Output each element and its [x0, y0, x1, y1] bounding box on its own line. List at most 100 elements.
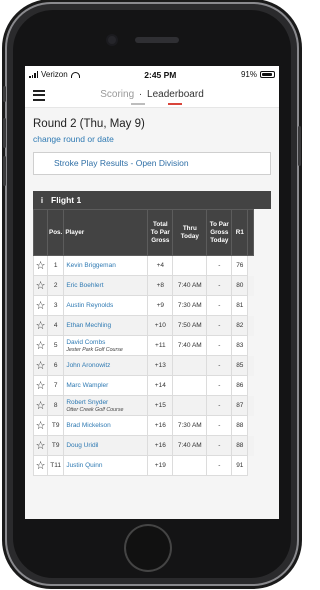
table-row: ☆ T11 Justin Quinn +19 -91 — [33, 455, 254, 476]
table-row: ☆ 5 David Combs Jester Park Golf Course +11 7… — [33, 335, 254, 356]
round1-cell: 82 — [231, 315, 249, 336]
favorite-star-icon[interactable]: ☆ — [33, 375, 48, 396]
thru-cell: 7:40 AM — [172, 335, 208, 356]
player-name[interactable]: Doug Uridil — [66, 442, 98, 449]
player-name[interactable]: Eric Boehlert — [66, 282, 103, 289]
tab-separator: · — [138, 89, 143, 100]
player-cell[interactable]: Doug Uridil — [63, 435, 149, 456]
header-thru: Thru Today — [172, 209, 208, 256]
today-cell: - — [206, 375, 233, 396]
player-cell[interactable]: Robert Snyder Otter Creek Golf Course — [63, 395, 149, 416]
today-cell: - — [206, 455, 233, 476]
today-cell: - — [206, 335, 233, 356]
overflow-cell — [248, 296, 254, 316]
player-name[interactable]: Brad Mickelson — [66, 422, 110, 429]
favorite-star-icon[interactable]: ☆ — [33, 355, 48, 376]
today-cell: - — [206, 295, 233, 316]
round1-cell: 76 — [231, 255, 249, 276]
position-cell: 3 — [46, 295, 65, 316]
round1-cell: 81 — [231, 295, 249, 316]
player-cell[interactable]: John Aronowitz — [63, 355, 149, 376]
header-favorite — [33, 209, 48, 256]
total-to-par-cell: +9 — [147, 295, 174, 316]
round1-cell: 87 — [231, 395, 249, 416]
table-row: ☆ 4 Ethan Mechling +10 7:50 AM -82 — [33, 315, 254, 336]
player-name[interactable]: Kevin Briggeman — [66, 262, 116, 269]
leaderboard-content: Round 2 (Thu, May 9) change round or dat… — [25, 108, 279, 519]
total-to-par-cell: +19 — [147, 455, 174, 476]
total-to-par-cell: +15 — [147, 395, 174, 416]
volume-down-button — [3, 156, 6, 186]
table-row: ☆ 3 Austin Reynolds +9 7:30 AM -81 — [33, 295, 254, 316]
today-cell: - — [206, 275, 233, 296]
player-name[interactable]: Robert Snyder — [66, 399, 108, 406]
overflow-cell — [247, 435, 254, 456]
today-cell: - — [206, 315, 233, 336]
favorite-star-icon[interactable]: ☆ — [33, 455, 48, 476]
position-cell: 6 — [46, 355, 65, 376]
position-cell: 5 — [46, 335, 65, 356]
header-overflow — [247, 209, 255, 256]
battery-icon — [259, 71, 275, 78]
player-cell[interactable]: Brad Mickelson — [63, 415, 149, 436]
favorite-star-icon[interactable]: ☆ — [33, 395, 48, 416]
round-title: Round 2 (Thu, May 9) — [33, 118, 145, 130]
player-cell[interactable]: Eric Boehlert — [63, 275, 149, 296]
home-button[interactable] — [124, 524, 172, 572]
favorite-star-icon[interactable]: ☆ — [33, 275, 48, 296]
favorite-star-icon[interactable]: ☆ — [33, 335, 48, 356]
thru-cell — [172, 395, 208, 416]
player-cell[interactable]: Kevin Briggeman — [63, 255, 149, 276]
silent-switch — [3, 86, 6, 102]
total-to-par-cell: +14 — [147, 375, 174, 396]
player-name[interactable]: John Aronowitz — [66, 362, 110, 369]
tab-leaderboard[interactable]: Leaderboard — [147, 89, 204, 105]
flight-title: Flight 1 — [51, 195, 82, 205]
thru-cell — [172, 255, 208, 276]
player-name[interactable]: Marc Wampler — [66, 382, 108, 389]
favorite-star-icon[interactable]: ☆ — [33, 415, 48, 436]
change-round-link[interactable]: change round or date — [25, 134, 279, 152]
position-cell: T11 — [46, 455, 65, 476]
position-cell: 7 — [46, 375, 65, 396]
player-name[interactable]: Justin Quinn — [66, 462, 102, 469]
wifi-icon — [70, 71, 80, 78]
overflow-cell — [247, 275, 254, 296]
division-selector[interactable]: Stroke Play Results - Open Division — [33, 152, 271, 175]
player-name[interactable]: Ethan Mechling — [66, 322, 111, 329]
overflow-cell — [248, 456, 254, 476]
player-cell[interactable]: Ethan Mechling — [63, 315, 149, 336]
today-cell: - — [206, 435, 233, 456]
favorite-star-icon[interactable]: ☆ — [33, 315, 48, 336]
round1-cell: 88 — [231, 435, 249, 456]
today-cell: - — [206, 355, 233, 376]
table-row: ☆ 6 John Aronowitz +13 -85 — [33, 355, 254, 376]
today-cell: - — [206, 395, 233, 416]
overflow-cell — [247, 355, 254, 376]
player-name[interactable]: Austin Reynolds — [66, 302, 113, 309]
header-total: Total To Par Gross — [147, 209, 174, 256]
table-row: ☆ 2 Eric Boehlert +8 7:40 AM -80 — [33, 275, 254, 296]
player-cell[interactable]: Austin Reynolds — [63, 295, 149, 316]
player-name[interactable]: David Combs — [66, 339, 105, 346]
table-row: ☆ 7 Marc Wampler +14 -86 — [33, 375, 254, 396]
player-course: Jester Park Golf Course — [66, 346, 123, 353]
overflow-cell — [248, 376, 254, 396]
thru-cell: 7:40 AM — [172, 275, 208, 296]
total-to-par-cell: +4 — [147, 255, 174, 276]
tab-scoring[interactable]: Scoring — [100, 89, 134, 100]
favorite-star-icon[interactable]: ☆ — [33, 255, 48, 276]
table-row: ☆ T9 Brad Mickelson +16 7:30 AM -88 — [33, 415, 254, 436]
player-cell[interactable]: Marc Wampler — [63, 375, 149, 396]
player-course: Otter Creek Golf Course — [66, 406, 124, 413]
power-button — [298, 126, 301, 166]
status-bar: Verizon 2:45 PM 91% — [25, 66, 279, 83]
player-cell[interactable]: David Combs Jester Park Golf Course — [63, 335, 149, 356]
overflow-cell — [247, 315, 254, 336]
header-player: Player — [63, 209, 149, 256]
favorite-star-icon[interactable]: ☆ — [33, 295, 48, 316]
player-cell[interactable]: Justin Quinn — [63, 455, 149, 476]
info-icon[interactable]: i — [33, 196, 51, 205]
overflow-cell — [247, 395, 254, 416]
favorite-star-icon[interactable]: ☆ — [33, 435, 48, 456]
